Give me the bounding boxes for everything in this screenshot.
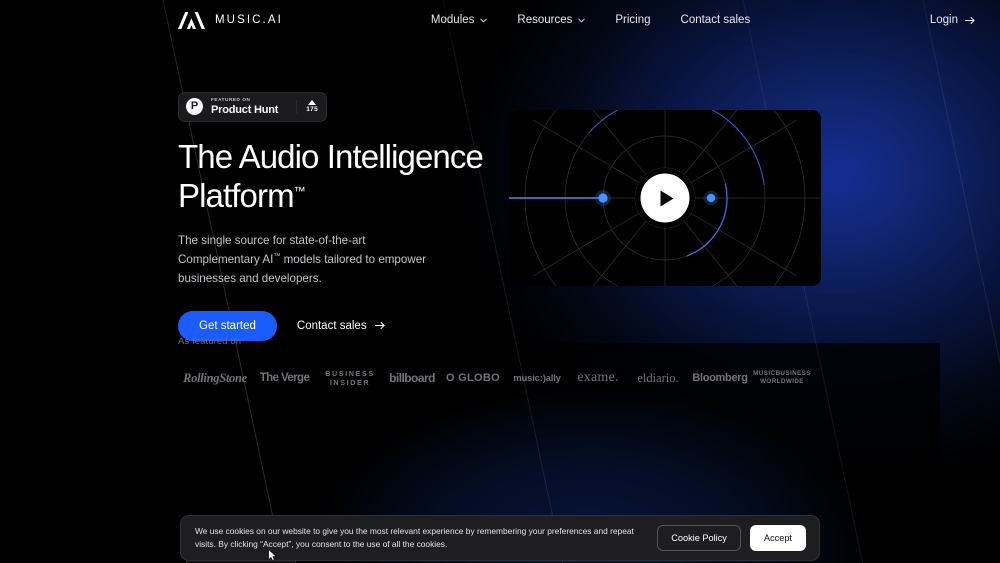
headline-line-1: The Audio Intelligence <box>178 138 483 175</box>
product-hunt-icon: P <box>186 98 203 115</box>
nav-label: Contact sales <box>681 14 751 26</box>
nav-item-modules[interactable]: Modules <box>431 14 487 26</box>
press-logo-business-insider: BUSINESS INSIDER <box>317 369 383 387</box>
mbw-line-2: WORLDWIDE <box>760 378 804 385</box>
product-hunt-name: Product Hunt <box>211 105 278 116</box>
arrow-right-icon <box>375 321 386 330</box>
music-ai-logo-icon <box>178 12 206 29</box>
featured-label: As featured on <box>178 336 813 347</box>
cookie-actions: Cookie Policy Accept <box>657 525 806 551</box>
press-logo-bloomberg: Bloomberg <box>689 372 751 384</box>
play-button[interactable] <box>641 174 690 223</box>
press-logo-line: BUSINESS INSIDER <box>325 369 375 387</box>
cookie-message: We use cookies on our website to give yo… <box>195 525 643 551</box>
mbw-line-1: MUSICBUSINESS <box>753 370 811 377</box>
login-link[interactable]: Login <box>930 14 976 26</box>
hero-subheadline: The single source for state-of-the-art C… <box>178 232 436 288</box>
bi-line-2: INSIDER <box>330 378 370 387</box>
bi-line-1: BUSINESS <box>325 369 375 378</box>
chevron-down-icon <box>480 17 487 24</box>
accept-cookies-button[interactable]: Accept <box>750 525 806 551</box>
press-logo-billboard: billboard <box>383 371 441 385</box>
press-logo-exame: exame. <box>569 370 627 386</box>
press-logo-music-ally: music:)ally <box>505 373 569 384</box>
press-logo-the-verge: The Verge <box>252 372 317 384</box>
primary-navigation: Modules Resources Pricing Contact sales <box>431 14 750 26</box>
press-logo-music-business-worldwide: MUSICBUSINESS WORLDWIDE <box>751 370 813 386</box>
press-logo-eldiario: eldiario. <box>627 371 689 386</box>
chevron-down-icon <box>578 17 585 24</box>
triangle-up-icon <box>308 100 316 105</box>
cookie-policy-button[interactable]: Cookie Policy <box>657 525 741 551</box>
nav-label: Modules <box>431 14 474 26</box>
product-hunt-kicker: FEATURED ON <box>211 98 278 103</box>
brand-name: MUSIC.AI <box>215 14 283 26</box>
press-logo-rollingstone: RollingStone <box>178 371 252 386</box>
nav-item-contact-sales[interactable]: Contact sales <box>681 14 751 26</box>
trademark-symbol: ™ <box>294 184 306 198</box>
as-featured-on-section: As featured on RollingStone The Verge BU… <box>178 336 813 389</box>
nav-item-pricing[interactable]: Pricing <box>615 14 650 26</box>
page-title: The Audio Intelligence Platform™ <box>178 138 538 216</box>
brand-logo[interactable]: MUSIC.AI <box>178 12 283 29</box>
mouse-cursor-icon <box>268 549 277 561</box>
hero-video-card[interactable] <box>509 110 821 286</box>
upvote-count: 175 <box>306 106 318 113</box>
play-icon <box>661 190 674 206</box>
product-hunt-text: FEATURED ON Product Hunt <box>211 98 278 116</box>
press-logo-row: RollingStone The Verge BUSINESS INSIDER … <box>178 367 813 389</box>
nav-label: Pricing <box>615 14 650 26</box>
product-hunt-upvotes: 175 <box>296 100 318 113</box>
press-logo-line: MUSICBUSINESS WORLDWIDE <box>753 370 811 386</box>
press-logo-o-globo: O GLOBO <box>441 372 505 384</box>
login-label: Login <box>930 14 958 26</box>
arrow-right-icon <box>965 16 976 25</box>
hero-section: P FEATURED ON Product Hunt 175 The Audio… <box>178 92 538 341</box>
contact-sales-label: Contact sales <box>297 320 367 332</box>
product-hunt-badge[interactable]: P FEATURED ON Product Hunt 175 <box>178 92 327 122</box>
nav-item-resources[interactable]: Resources <box>517 14 585 26</box>
headline-line-2: Platform <box>178 177 294 214</box>
contact-sales-link[interactable]: Contact sales <box>297 320 386 332</box>
site-header: MUSIC.AI Modules Resources Pricing Conta… <box>0 0 1000 40</box>
nav-label: Resources <box>517 14 572 26</box>
